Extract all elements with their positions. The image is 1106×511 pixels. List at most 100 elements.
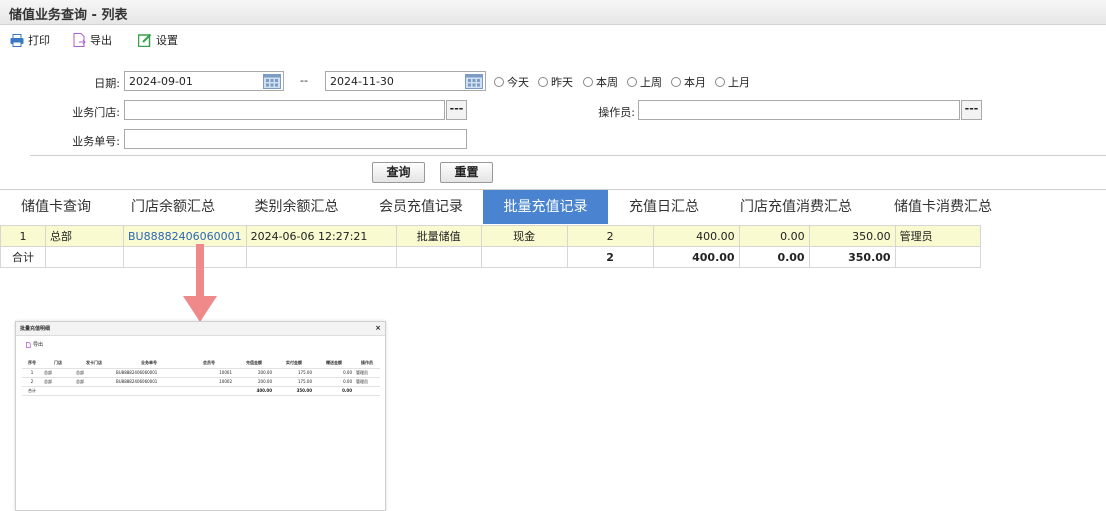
col-header: 实付金额 — [274, 359, 314, 369]
divider — [30, 155, 1106, 156]
radio-this-week[interactable]: 本周 — [583, 74, 618, 90]
popup-export-button[interactable]: 导出 — [26, 341, 43, 348]
summary-gift: 0.00 — [738, 246, 810, 268]
tab-store-recharge-consume[interactable]: 门店充值消费汇总 — [720, 190, 872, 224]
tab-batch-recharge[interactable]: 批量充值记录 — [483, 190, 608, 224]
calendar-icon[interactable] — [263, 73, 281, 89]
mini-cell: 0.00 — [314, 368, 354, 378]
summary-row: 合计 2 400.00 0.00 350.00 — [0, 246, 981, 268]
tab-store-balance[interactable]: 门店余额汇总 — [112, 190, 234, 224]
tab-card-consume[interactable]: 储值卡消费汇总 — [872, 190, 1014, 224]
radio-label: 昨天 — [551, 76, 573, 89]
export-label: 导出 — [90, 34, 112, 47]
col-header: 会员号 — [184, 359, 234, 369]
popup-detail-table: 序号 门店 发卡门店 业务单号 会员号 充值金额 实付金额 赠送金额 操作员 1… — [22, 359, 380, 396]
order-number-input[interactable] — [124, 129, 467, 149]
tab-member-recharge[interactable]: 会员充值记录 — [359, 190, 483, 224]
mini-cell: 合计 — [22, 386, 42, 396]
page-title: 储值业务查询 - 列表 — [9, 8, 128, 23]
cell-time: 2024-06-06 12:27:21 — [245, 225, 397, 247]
date-label: 日期: — [94, 77, 120, 90]
annotation-arrow-icon — [183, 244, 217, 322]
col-header: 充值金额 — [234, 359, 274, 369]
mini-cell: BU88882406060001 — [114, 377, 184, 387]
cell-count: 2 — [566, 225, 654, 247]
radio-circle — [715, 77, 725, 87]
cell-operator: 管理员 — [894, 225, 981, 247]
operator-input[interactable] — [638, 100, 960, 120]
mini-cell: 175.00 — [274, 377, 314, 387]
date-from-input[interactable] — [124, 71, 284, 91]
operator-picker-button[interactable]: --- — [961, 100, 982, 120]
radio-last-month[interactable]: 上月 — [715, 74, 750, 90]
title-bar: 储值业务查询 - 列表 — [0, 0, 1106, 25]
store-picker-button[interactable]: --- — [446, 100, 467, 120]
mini-cell: 10002 — [184, 377, 234, 387]
date-separator: -- — [300, 74, 308, 87]
settings-label: 设置 — [156, 34, 178, 47]
table-row[interactable]: 1 总部 总部 BU88882406060001 10001 200.00 17… — [22, 368, 380, 378]
close-icon[interactable]: × — [375, 324, 381, 332]
batch-detail-popup: 批量充值明细 × 导出 序号 门店 发卡门店 业务单号 会员号 充值金额 实付金… — [15, 321, 386, 511]
mini-cell: 总部 — [42, 377, 74, 387]
col-header: 门店 — [42, 359, 74, 369]
radio-last-week[interactable]: 上周 — [627, 74, 662, 90]
radio-circle — [671, 77, 681, 87]
mini-cell: 管理员 — [354, 368, 380, 378]
query-button[interactable]: 查询 — [372, 162, 425, 183]
radio-this-month[interactable]: 本月 — [671, 74, 706, 90]
radio-yesterday[interactable]: 昨天 — [538, 74, 573, 90]
print-button[interactable]: 打印 — [10, 31, 50, 49]
mini-cell: 0.00 — [314, 377, 354, 387]
radio-label: 本月 — [684, 76, 706, 89]
radio-label: 今天 — [507, 76, 529, 89]
mini-cell — [114, 386, 184, 396]
radio-today[interactable]: 今天 — [494, 74, 529, 90]
mini-cell: BU88882406060001 — [114, 368, 184, 378]
reset-button[interactable]: 重置 — [440, 162, 493, 183]
calendar-icon[interactable] — [465, 73, 483, 89]
radio-circle — [627, 77, 637, 87]
mini-cell: 总部 — [42, 368, 74, 378]
mini-cell — [42, 386, 74, 396]
settings-button[interactable]: 设置 — [138, 31, 178, 49]
toolbar: 打印 导出 设置 — [0, 29, 600, 51]
mini-cell: 200.00 — [234, 368, 274, 378]
export-file-icon — [73, 33, 86, 47]
col-header: 业务单号 — [114, 359, 184, 369]
cell-store: 总部 — [45, 225, 124, 247]
cell-amount: 400.00 — [652, 225, 740, 247]
tab-card-query[interactable]: 储值卡查询 — [0, 190, 112, 224]
radio-label: 本周 — [596, 76, 618, 89]
tab-category-balance[interactable]: 类别余额汇总 — [234, 190, 359, 224]
mini-cell — [74, 386, 114, 396]
store-input[interactable] — [124, 100, 445, 120]
summary-balance: 350.00 — [808, 246, 896, 268]
cell-type: 批量储值 — [395, 225, 482, 247]
col-header: 发卡门店 — [74, 359, 114, 369]
empty-cell — [395, 246, 482, 268]
mini-cell: 350.00 — [274, 386, 314, 396]
popup-summary-row: 合计 400.00 350.00 0.00 — [22, 386, 380, 396]
radio-circle — [494, 77, 504, 87]
mini-cell: 1 — [22, 368, 42, 378]
mini-cell — [184, 386, 234, 396]
radio-label: 上周 — [640, 76, 662, 89]
date-to-input[interactable] — [325, 71, 486, 91]
cell-no: 1 — [0, 225, 46, 247]
empty-cell — [245, 246, 397, 268]
print-label: 打印 — [28, 34, 50, 47]
summary-count: 2 — [566, 246, 654, 268]
operator-label: 操作员: — [598, 106, 635, 119]
mini-cell: 总部 — [74, 377, 114, 387]
empty-cell — [45, 246, 124, 268]
cell-payment: 现金 — [480, 225, 568, 247]
summary-amount: 400.00 — [652, 246, 740, 268]
cell-gift: 0.00 — [738, 225, 810, 247]
mini-cell: 10001 — [184, 368, 234, 378]
table-row[interactable]: 1 总部 BU88882406060001 2024-06-06 12:27:2… — [0, 225, 981, 247]
export-button[interactable]: 导出 — [73, 31, 112, 49]
mini-cell: 0.00 — [314, 386, 354, 396]
table-row[interactable]: 2 总部 总部 BU88882406060001 10002 200.00 17… — [22, 377, 380, 387]
tab-daily-recharge[interactable]: 充值日汇总 — [608, 190, 720, 224]
